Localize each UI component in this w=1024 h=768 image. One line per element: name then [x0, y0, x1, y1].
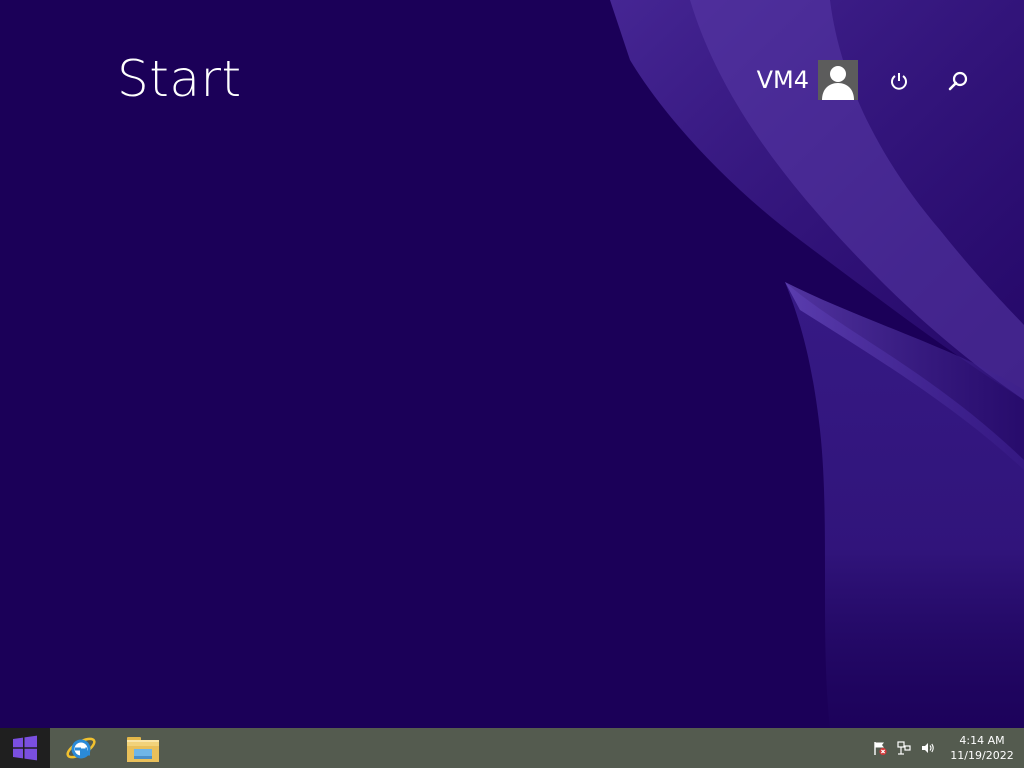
file-explorer-icon[interactable] — [114, 728, 172, 768]
taskbar-clock[interactable]: 4:14 AM 11/19/2022 — [940, 728, 1024, 768]
taskbar: 4:14 AM 11/19/2022 — [0, 728, 1024, 768]
start-screen-background: Start VM4 — [0, 0, 1024, 728]
network-icon[interactable] — [892, 728, 916, 768]
internet-explorer-icon[interactable] — [52, 728, 110, 768]
power-icon[interactable] — [886, 68, 912, 94]
start-button[interactable] — [0, 728, 50, 768]
user-account-button[interactable]: VM4 — [757, 60, 858, 100]
clock-time: 4:14 AM — [959, 734, 1005, 747]
clock-date: 11/19/2022 — [950, 749, 1014, 762]
user-avatar-icon — [818, 60, 858, 100]
system-tray: 4:14 AM 11/19/2022 — [868, 728, 1024, 768]
action-center-flag-icon[interactable] — [868, 728, 892, 768]
search-icon[interactable] — [945, 68, 971, 94]
background-swoosh — [610, 0, 1024, 728]
user-name: VM4 — [756, 66, 809, 94]
windows-logo-icon — [13, 735, 37, 761]
start-title: Start — [117, 50, 242, 108]
volume-icon[interactable] — [916, 728, 940, 768]
